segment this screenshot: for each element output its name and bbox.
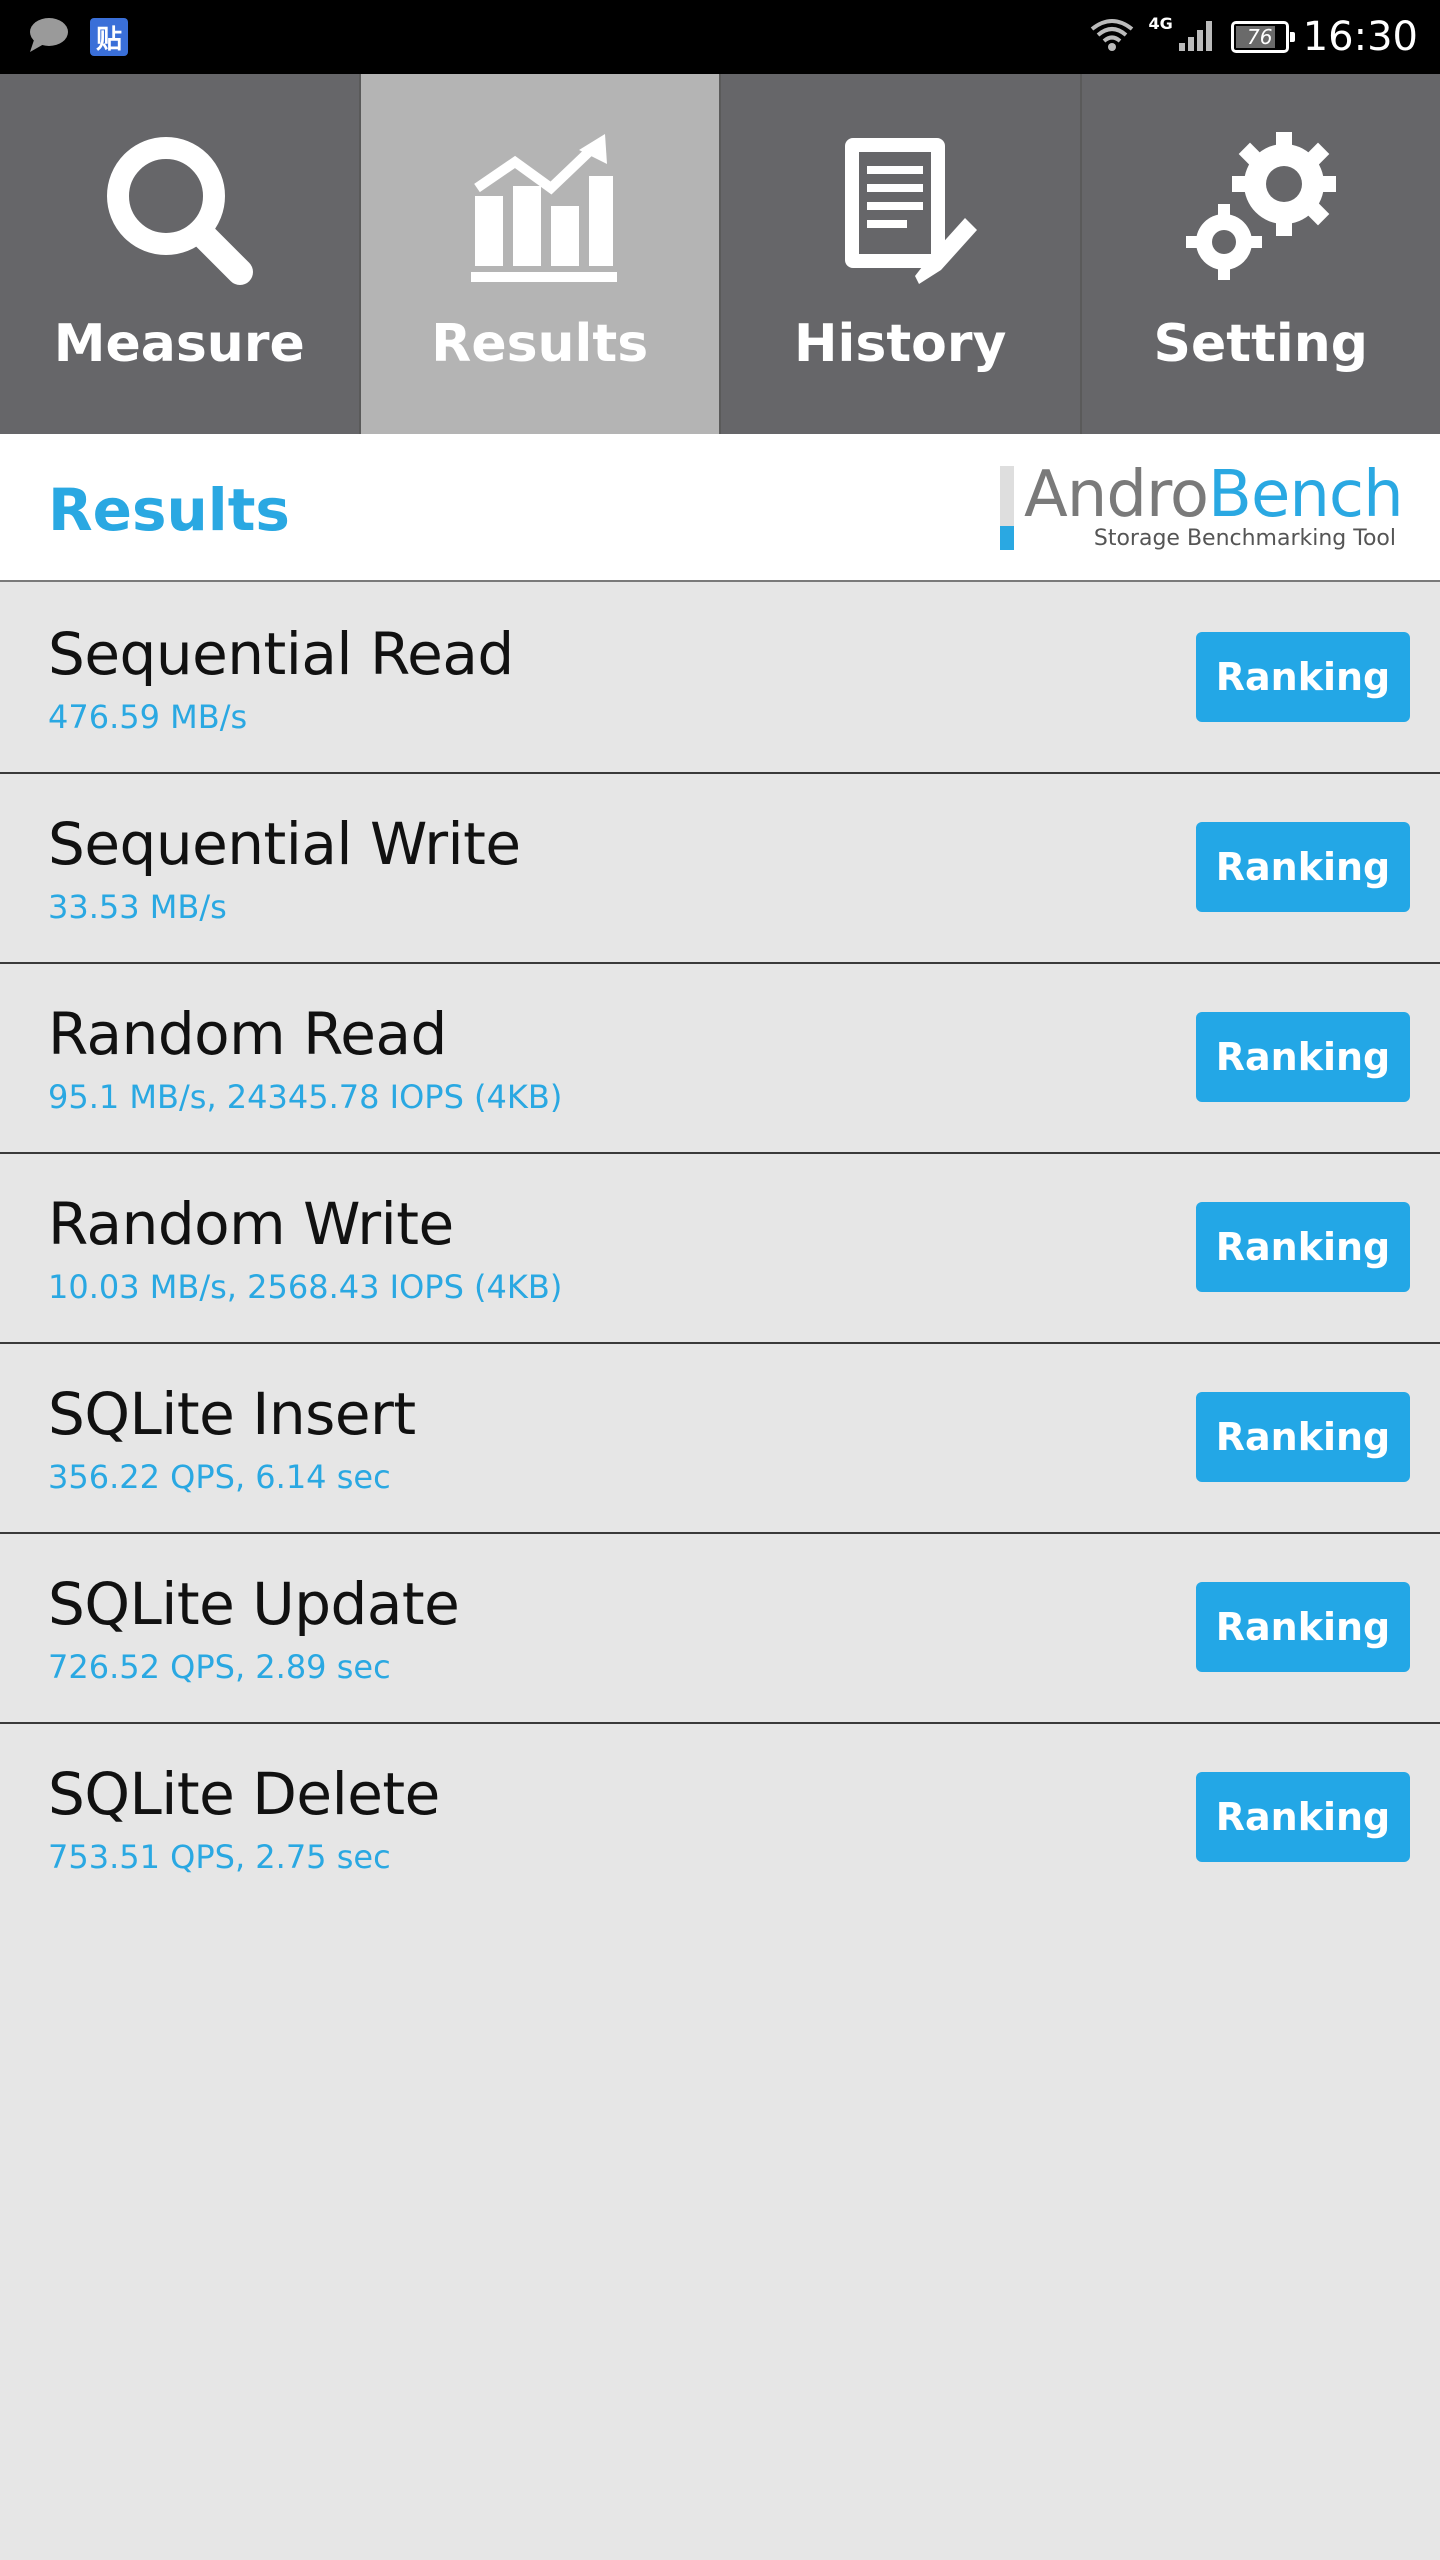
tab-results[interactable]: Results — [360, 74, 721, 434]
result-title: SQLite Delete — [48, 1760, 440, 1828]
result-row-sqlite-insert: SQLite Insert 356.22 QPS, 6.14 sec Ranki… — [0, 1344, 1440, 1534]
logo-word-bench: Bench — [1208, 458, 1404, 532]
result-value: 753.51 QPS, 2.75 sec — [48, 1838, 391, 1876]
result-row-sqlite-delete: SQLite Delete 753.51 QPS, 2.75 sec Ranki… — [0, 1724, 1440, 1914]
result-row-sequential-read: Sequential Read 476.59 MB/s Ranking — [0, 584, 1440, 774]
ranking-button[interactable]: Ranking — [1196, 1582, 1410, 1672]
result-title: SQLite Update — [48, 1570, 460, 1638]
result-value: 726.52 QPS, 2.89 sec — [48, 1648, 391, 1686]
ranking-button[interactable]: Ranking — [1196, 822, 1410, 912]
tab-label: Setting — [1153, 314, 1369, 374]
result-value: 476.59 MB/s — [48, 698, 248, 736]
signal-icon — [1177, 17, 1217, 57]
result-value: 33.53 MB/s — [48, 888, 227, 926]
gear-icon — [1176, 126, 1346, 296]
logo-word-andro: Andro — [1024, 458, 1209, 532]
tab-label: Results — [431, 314, 649, 374]
notification-icons: 贴 — [28, 16, 128, 58]
result-title: SQLite Insert — [48, 1380, 416, 1448]
tab-setting[interactable]: Setting — [1081, 74, 1440, 434]
result-title: Sequential Write — [48, 810, 521, 878]
tieba-icon: 贴 — [90, 18, 128, 56]
ranking-button[interactable]: Ranking — [1196, 632, 1410, 722]
tab-label: Measure — [53, 314, 305, 374]
result-title: Sequential Read — [48, 620, 514, 688]
tab-label: History — [794, 314, 1007, 374]
search-icon — [94, 126, 264, 296]
result-value: 356.22 QPS, 6.14 sec — [48, 1458, 391, 1496]
results-list: Sequential Read 476.59 MB/s Ranking Sequ… — [0, 584, 1440, 1914]
result-row-random-read: Random Read 95.1 MB/s, 24345.78 IOPS (4K… — [0, 964, 1440, 1154]
wifi-icon — [1090, 17, 1134, 57]
result-value: 95.1 MB/s, 24345.78 IOPS (4KB) — [48, 1078, 563, 1116]
ranking-button[interactable]: Ranking — [1196, 1202, 1410, 1292]
system-status: 4G 76 16:30 — [1090, 10, 1418, 64]
battery-icon: 76 — [1230, 21, 1295, 53]
battery-level: 76 — [1246, 25, 1273, 49]
message-icon — [28, 16, 70, 58]
tab-measure[interactable]: Measure — [0, 74, 361, 434]
logo-bar-accent — [1000, 526, 1014, 550]
result-row-random-write: Random Write 10.03 MB/s, 2568.43 IOPS (4… — [0, 1154, 1440, 1344]
logo-bar — [1000, 466, 1014, 526]
status-bar: 贴 4G 76 16:30 — [0, 0, 1440, 74]
androbench-logo: AndroBench Storage Benchmarking Tool — [1000, 458, 1404, 556]
results-header: Results AndroBench Storage Benchmarking … — [0, 434, 1440, 582]
result-value: 10.03 MB/s, 2568.43 IOPS (4KB) — [48, 1268, 563, 1306]
clock: 16:30 — [1302, 14, 1418, 60]
result-row-sequential-write: Sequential Write 33.53 MB/s Ranking — [0, 774, 1440, 964]
result-row-sqlite-update: SQLite Update 726.52 QPS, 2.89 sec Ranki… — [0, 1534, 1440, 1724]
tab-history[interactable]: History — [721, 74, 1082, 434]
network-type: 4G — [1148, 13, 1173, 33]
result-title: Random Write — [48, 1190, 454, 1258]
ranking-button[interactable]: Ranking — [1196, 1772, 1410, 1862]
result-title: Random Read — [48, 1000, 447, 1068]
ranking-button[interactable]: Ranking — [1196, 1392, 1410, 1482]
logo-subtitle: Storage Benchmarking Tool — [1093, 526, 1396, 551]
main-tab-bar: Measure Results History Setting — [0, 74, 1440, 434]
ranking-button[interactable]: Ranking — [1196, 1012, 1410, 1102]
page-title: Results — [48, 476, 290, 544]
chart-icon — [455, 126, 625, 296]
logo-wordmark: AndroBench — [1024, 458, 1404, 532]
document-icon — [815, 126, 985, 296]
